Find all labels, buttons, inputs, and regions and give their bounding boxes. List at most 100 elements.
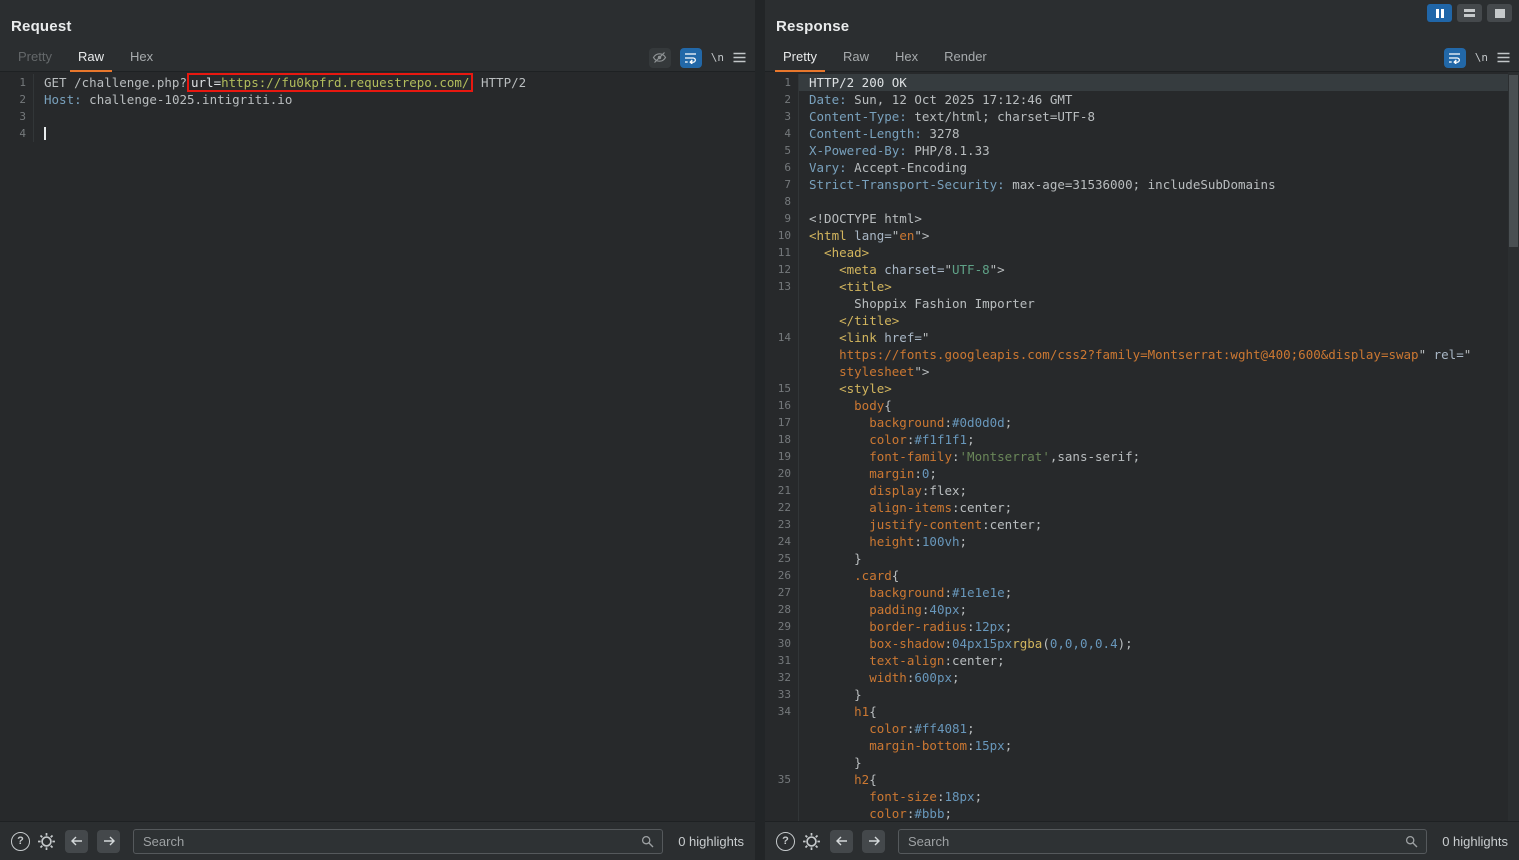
code-line[interactable]: 9<!DOCTYPE html> — [765, 210, 1519, 227]
arrow-left-icon — [836, 836, 848, 846]
code-line[interactable]: 1HTTP/2 200 OK — [765, 74, 1519, 91]
code-line[interactable]: font-size:18px; — [765, 788, 1519, 805]
code-line[interactable]: 10<html lang="en"> — [765, 227, 1519, 244]
line-number — [765, 788, 799, 805]
code-line[interactable]: 26 .card{ — [765, 567, 1519, 584]
line-number: 18 — [765, 431, 799, 448]
single-pane-layout-button[interactable] — [1487, 4, 1512, 22]
code-line[interactable]: 34 h1{ — [765, 703, 1519, 720]
gear-icon — [37, 832, 56, 851]
code-line[interactable]: 3Content-Type: text/html; charset=UTF-8 — [765, 108, 1519, 125]
wrap-lines-icon — [684, 52, 697, 64]
scrollbar-thumb[interactable] — [1509, 75, 1518, 247]
help-icon[interactable]: ? — [776, 832, 795, 851]
code-line[interactable]: 3 — [0, 108, 755, 125]
newline-chars-toggle[interactable]: \n — [711, 51, 724, 64]
code-line[interactable]: 6Vary: Accept-Encoding — [765, 159, 1519, 176]
editor-menu-button[interactable] — [1497, 52, 1510, 63]
request-tab-pretty[interactable]: Pretty — [8, 44, 62, 71]
line-number: 2 — [765, 91, 799, 108]
code-line[interactable]: 33 } — [765, 686, 1519, 703]
help-icon[interactable]: ? — [11, 832, 30, 851]
response-search — [898, 829, 1427, 854]
line-content: Content-Length: 3278 — [799, 125, 1519, 142]
code-line[interactable]: 2Host: challenge-1025.intigriti.io — [0, 91, 755, 108]
wrap-lines-icon — [1448, 52, 1461, 64]
wrap-lines-toggle[interactable] — [1444, 48, 1466, 68]
search-input[interactable] — [898, 829, 1427, 854]
request-tab-raw[interactable]: Raw — [68, 44, 114, 71]
request-editor[interactable]: 1GET /challenge.php?url=https://fu0kpfrd… — [0, 72, 755, 821]
code-line[interactable]: 4 — [0, 125, 755, 142]
code-line[interactable]: stylesheet"> — [765, 363, 1519, 380]
code-line[interactable]: 4Content-Length: 3278 — [765, 125, 1519, 142]
code-line[interactable]: 5X-Powered-By: PHP/8.1.33 — [765, 142, 1519, 159]
code-line[interactable]: https://fonts.googleapis.com/css2?family… — [765, 346, 1519, 363]
code-line[interactable]: 32 width:600px; — [765, 669, 1519, 686]
line-content: margin:0; — [799, 465, 1519, 482]
columns-layout-button[interactable] — [1427, 4, 1452, 22]
code-line[interactable]: 17 background:#0d0d0d; — [765, 414, 1519, 431]
code-line[interactable]: 24 height:100vh; — [765, 533, 1519, 550]
panel-divider[interactable] — [755, 0, 765, 860]
code-line[interactable]: </title> — [765, 312, 1519, 329]
code-line[interactable]: 22 align-items:center; — [765, 499, 1519, 516]
editor-menu-button[interactable] — [733, 52, 746, 63]
search-settings-button[interactable] — [37, 832, 56, 851]
code-line[interactable]: color:#ff4081; — [765, 720, 1519, 737]
code-line[interactable]: 7Strict-Transport-Security: max-age=3153… — [765, 176, 1519, 193]
line-content: } — [799, 686, 1519, 703]
search-settings-button[interactable] — [802, 832, 821, 851]
code-line[interactable]: 30 box-shadow:04px15pxrgba(0,0,0,0.4); — [765, 635, 1519, 652]
line-content: body{ — [799, 397, 1519, 414]
code-line[interactable]: 14 <link href=" — [765, 329, 1519, 346]
search-next-button[interactable] — [862, 830, 885, 853]
line-content: Date: Sun, 12 Oct 2025 17:12:46 GMT — [799, 91, 1519, 108]
rows-layout-button[interactable] — [1457, 4, 1482, 22]
line-number: 6 — [765, 159, 799, 176]
code-line[interactable]: 31 text-align:center; — [765, 652, 1519, 669]
wrap-lines-toggle[interactable] — [680, 48, 702, 68]
hide-nonprintables-toggle[interactable] — [649, 48, 671, 68]
line-content: stylesheet"> — [799, 363, 1519, 380]
search-input[interactable] — [133, 829, 663, 854]
code-line[interactable]: 35 h2{ — [765, 771, 1519, 788]
code-line[interactable]: 2Date: Sun, 12 Oct 2025 17:12:46 GMT — [765, 91, 1519, 108]
code-line[interactable]: 28 padding:40px; — [765, 601, 1519, 618]
newline-chars-toggle[interactable]: \n — [1475, 51, 1488, 64]
code-line[interactable]: 1GET /challenge.php?url=https://fu0kpfrd… — [0, 74, 755, 91]
code-line[interactable]: 25 } — [765, 550, 1519, 567]
code-line[interactable]: margin-bottom:15px; — [765, 737, 1519, 754]
request-tab-hex[interactable]: Hex — [120, 44, 163, 71]
line-number: 9 — [765, 210, 799, 227]
code-line[interactable]: 27 background:#1e1e1e; — [765, 584, 1519, 601]
request-statusbar: ? — [0, 821, 755, 860]
code-line[interactable]: 19 font-family:'Montserrat',sans-serif; — [765, 448, 1519, 465]
code-line[interactable]: 18 color:#f1f1f1; — [765, 431, 1519, 448]
code-line[interactable]: } — [765, 754, 1519, 771]
response-editor[interactable]: 1HTTP/2 200 OK2Date: Sun, 12 Oct 2025 17… — [765, 72, 1519, 821]
code-line[interactable]: 16 body{ — [765, 397, 1519, 414]
response-tab-hex[interactable]: Hex — [885, 44, 928, 71]
response-tab-raw[interactable]: Raw — [833, 44, 879, 71]
code-line[interactable]: 13 <title> — [765, 278, 1519, 295]
code-line[interactable]: 12 <meta charset="UTF-8"> — [765, 261, 1519, 278]
response-tabbar: PrettyRawHexRender \n — [765, 44, 1519, 72]
menu-icon — [1497, 52, 1510, 63]
line-content: Content-Type: text/html; charset=UTF-8 — [799, 108, 1519, 125]
response-tab-render[interactable]: Render — [934, 44, 997, 71]
response-tab-pretty[interactable]: Pretty — [773, 44, 827, 71]
response-scrollbar[interactable] — [1508, 72, 1519, 821]
code-line[interactable]: Shoppix Fashion Importer — [765, 295, 1519, 312]
search-next-button[interactable] — [97, 830, 120, 853]
code-line[interactable]: color:#bbb; — [765, 805, 1519, 821]
code-line[interactable]: 23 justify-content:center; — [765, 516, 1519, 533]
code-line[interactable]: 20 margin:0; — [765, 465, 1519, 482]
code-line[interactable]: 11 <head> — [765, 244, 1519, 261]
search-prev-button[interactable] — [830, 830, 853, 853]
code-line[interactable]: 8 — [765, 193, 1519, 210]
code-line[interactable]: 21 display:flex; — [765, 482, 1519, 499]
search-prev-button[interactable] — [65, 830, 88, 853]
code-line[interactable]: 15 <style> — [765, 380, 1519, 397]
code-line[interactable]: 29 border-radius:12px; — [765, 618, 1519, 635]
